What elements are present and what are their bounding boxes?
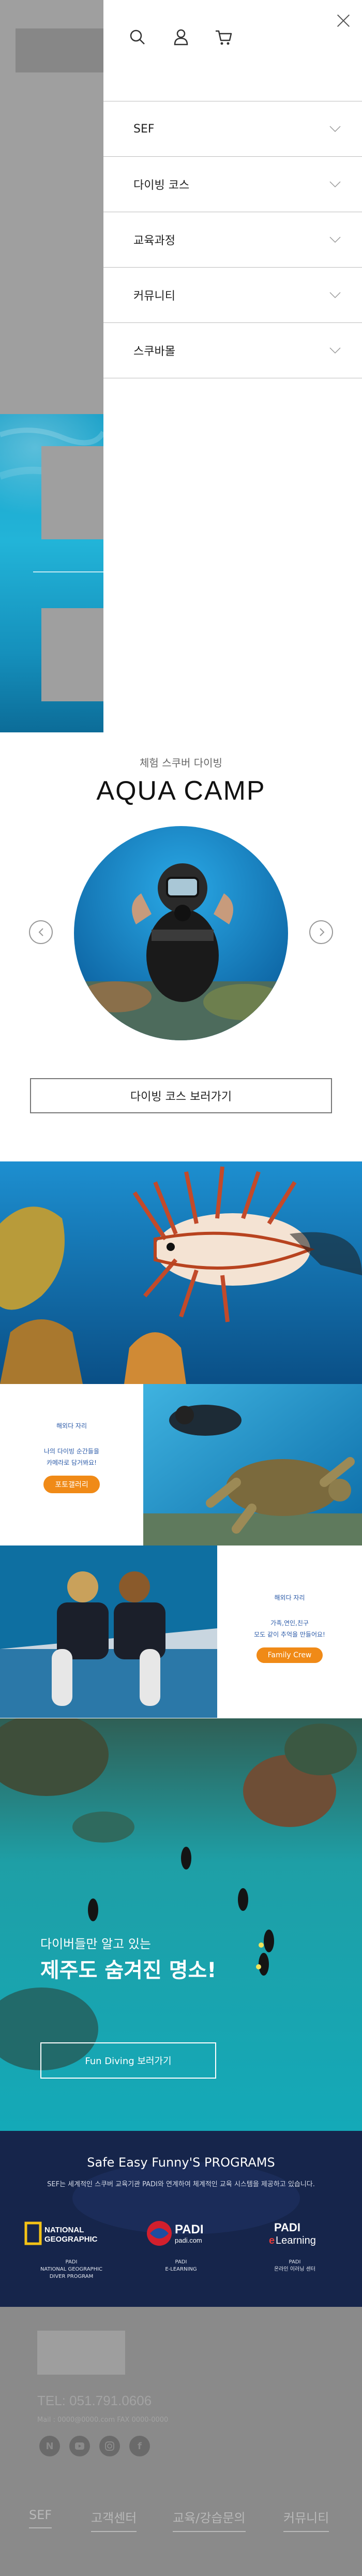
reef-title: 제주도 숨겨진 명소! bbox=[40, 1959, 217, 1982]
menu-item-label: 커뮤니티 bbox=[133, 290, 175, 303]
menu-item-label: 다이빙 코스 bbox=[133, 179, 190, 192]
photo-gallery-card: 해외다 자리 나의 다이빙 순간들을 카메라로 담거봐요! 포토갤러리 bbox=[0, 1384, 143, 1545]
logo-caption-line: PADI bbox=[175, 2259, 187, 2265]
menu-item-label: 스쿠바몰 bbox=[133, 345, 175, 358]
photo-gallery-button[interactable]: 포토갤러리 bbox=[43, 1476, 100, 1493]
menu-item-education[interactable]: 교육과정 bbox=[103, 212, 362, 268]
svg-text:Learning: Learning bbox=[276, 2235, 316, 2246]
divers-boat-photo bbox=[0, 1545, 217, 1718]
svg-text:padi.com: padi.com bbox=[175, 2236, 202, 2244]
hero-divider bbox=[33, 571, 103, 572]
menu-list: SEF 다이빙 코스 교육과정 커뮤니티 스쿠바몰 bbox=[103, 101, 362, 378]
chevron-down-icon bbox=[329, 126, 341, 133]
site-logo-placeholder bbox=[16, 28, 103, 72]
turtle-photo bbox=[143, 1384, 362, 1545]
chevron-down-icon bbox=[329, 237, 341, 243]
footer-info: Mail : 0000@0000.com FAX 0000-0000 bbox=[37, 2416, 169, 2424]
footer-nav-support[interactable]: 고객센터 bbox=[91, 2508, 137, 2532]
programs-subtitle: SEF는 세계적인 스쿠버 교육기관 PADI와 연계하여 체계적인 교육 시스… bbox=[47, 2181, 315, 2188]
chevron-down-icon bbox=[329, 292, 341, 299]
card-title: 해외다 자리 bbox=[56, 1422, 87, 1430]
card-line: 모도 같이 추억을 만들어요! bbox=[254, 1631, 325, 1638]
svg-text:NATIONAL: NATIONAL bbox=[44, 2226, 84, 2234]
footer-logo-placeholder bbox=[37, 2331, 125, 2375]
card-line: 카메라로 담거봐요! bbox=[47, 1459, 97, 1466]
programs-title: Safe Easy Funny'S PROGRAMS bbox=[87, 2155, 275, 2170]
menu-item-diving-course[interactable]: 다이빙 코스 bbox=[103, 157, 362, 212]
footer-nav-community[interactable]: 커뮤니티 bbox=[283, 2508, 329, 2532]
padi-logo[interactable]: PADI padi.com bbox=[129, 2218, 233, 2251]
menu-item-scuba-mall[interactable]: 스쿠바몰 bbox=[103, 323, 362, 378]
close-icon[interactable] bbox=[334, 11, 353, 30]
search-icon[interactable] bbox=[127, 27, 148, 48]
menu-item-community[interactable]: 커뮤니티 bbox=[103, 268, 362, 323]
arrow-right-icon[interactable] bbox=[309, 920, 333, 944]
national-geographic-logo[interactable]: NATIONAL GEOGRAPHIC bbox=[20, 2218, 123, 2251]
footer-tel: TEL: 051.791.0606 bbox=[37, 2393, 152, 2408]
svg-text:PADI: PADI bbox=[175, 2222, 204, 2236]
menu-item-label: 교육과정 bbox=[133, 234, 175, 247]
logo-caption: PADI NATIONAL GEOGRAPHIC DIVER PROGRAM bbox=[20, 2259, 123, 2280]
facebook-icon[interactable]: f bbox=[129, 2436, 150, 2456]
camp-subtitle: 체험 스쿠버 다이빙 bbox=[140, 757, 222, 769]
card-title: 해외다 자리 bbox=[274, 1594, 305, 1601]
logo-caption-line: PADI bbox=[289, 2259, 301, 2265]
footer-nav-sef[interactable]: SEF bbox=[29, 2508, 52, 2528]
svg-text:GEOGRAPHIC: GEOGRAPHIC bbox=[44, 2235, 98, 2244]
diving-course-button[interactable]: 다이빙 코스 보러가기 bbox=[30, 1078, 332, 1113]
hero-text-placeholder bbox=[41, 446, 103, 539]
chevron-down-icon bbox=[329, 181, 341, 188]
lionfish-photo bbox=[0, 1161, 362, 1384]
mobile-menu: SEF 다이빙 코스 교육과정 커뮤니티 스쿠바몰 bbox=[103, 0, 362, 732]
youtube-icon[interactable] bbox=[69, 2436, 90, 2456]
logo-caption-line: DIVER PROGRAM bbox=[49, 2274, 94, 2279]
card-line: 가족,연인,친구 bbox=[270, 1620, 309, 1627]
user-icon[interactable] bbox=[171, 27, 191, 48]
instagram-icon[interactable] bbox=[99, 2436, 120, 2456]
logo-caption: PADI 온라인 이러닝 센터 bbox=[243, 2259, 346, 2273]
svg-text:PADI: PADI bbox=[274, 2221, 300, 2234]
menu-item-sef[interactable]: SEF bbox=[103, 101, 362, 157]
card-line: 나의 다이빙 순간들을 bbox=[44, 1448, 99, 1455]
naver-icon[interactable]: N bbox=[39, 2436, 60, 2456]
chevron-down-icon bbox=[329, 347, 341, 354]
fun-diving-button[interactable]: Fun Diving 보러가기 bbox=[40, 2042, 216, 2079]
logo-caption: PADI E-LEARNING bbox=[129, 2259, 233, 2273]
diver-photo bbox=[74, 826, 288, 1040]
hero-text-placeholder-2 bbox=[41, 608, 103, 701]
padi-elearning-logo[interactable]: PADI e Learning bbox=[243, 2218, 346, 2251]
footer-nav-inquiry[interactable]: 교육/강습문의 bbox=[173, 2508, 246, 2532]
logo-caption-line: PADI bbox=[65, 2259, 78, 2265]
logo-caption-line: E-LEARNING bbox=[165, 2266, 197, 2272]
family-crew-card: 해외다 자리 가족,연인,친구 모도 같이 추억을 만들어요! Family C… bbox=[217, 1545, 362, 1718]
logo-caption-line: 온라인 이러닝 센터 bbox=[274, 2266, 315, 2272]
camp-title: AQUA CAMP bbox=[96, 776, 266, 806]
menu-item-label: SEF bbox=[133, 122, 155, 136]
arrow-left-icon[interactable] bbox=[29, 920, 53, 944]
logo-caption-line: NATIONAL GEOGRAPHIC bbox=[40, 2266, 103, 2272]
cart-icon[interactable] bbox=[213, 27, 234, 48]
family-crew-button[interactable]: Family Crew bbox=[256, 1647, 323, 1663]
reef-subtitle: 다이버들만 알고 있는 bbox=[40, 1937, 151, 1951]
svg-text:e: e bbox=[269, 2235, 275, 2246]
